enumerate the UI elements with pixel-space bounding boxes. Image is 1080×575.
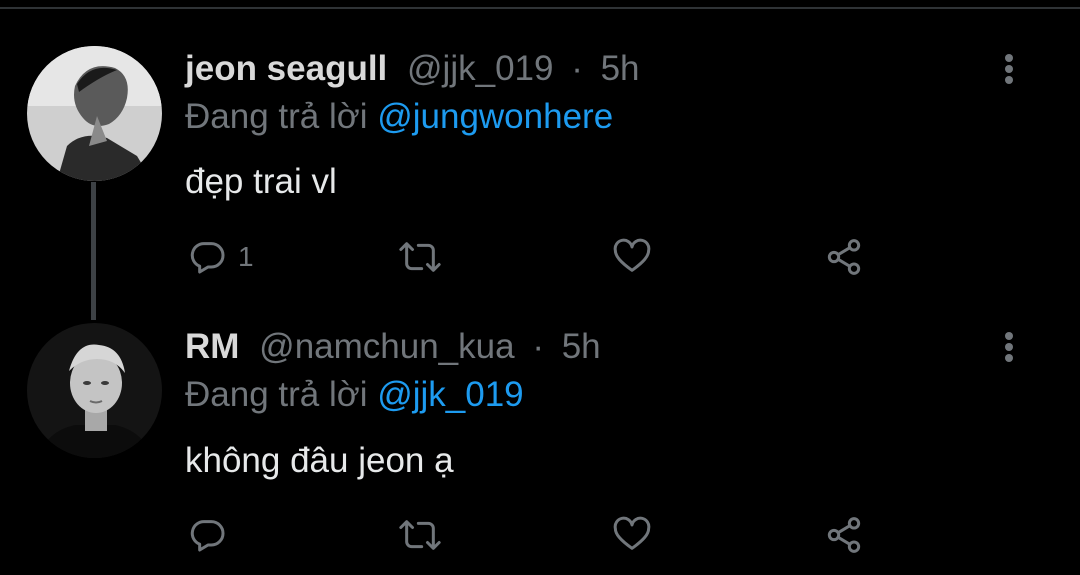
reply-count: 1 — [238, 241, 254, 272]
avatar[interactable] — [27, 323, 162, 458]
separator: · — [571, 49, 583, 88]
retweet-icon — [399, 242, 441, 272]
more-options-icon[interactable] — [998, 49, 1020, 89]
author-name[interactable]: jeon seagull — [185, 49, 387, 88]
reply-mention[interactable]: @jjk_019 — [377, 375, 523, 414]
reply-icon — [190, 520, 225, 552]
tweet-text: đẹp trai vl — [185, 162, 337, 201]
separator: · — [532, 327, 544, 366]
tweet-text: không đâu jeon ạ — [185, 441, 454, 480]
more-options-icon[interactable] — [998, 327, 1020, 367]
retweet-icon — [399, 520, 441, 550]
author-name[interactable]: RM — [185, 327, 239, 366]
replying-to: Đang trả lời @jjk_019 — [185, 375, 524, 415]
reply-button[interactable] — [188, 515, 238, 555]
like-button[interactable] — [612, 515, 652, 555]
like-icon — [613, 238, 651, 272]
share-button[interactable] — [824, 515, 864, 555]
tweet-header: RM @namchun_kua · 5h — [185, 327, 601, 367]
like-icon — [613, 516, 651, 550]
author-handle[interactable]: @jjk_019 — [407, 49, 553, 88]
top-divider — [0, 7, 1080, 9]
reply-icon — [190, 242, 225, 274]
author-handle[interactable]: @namchun_kua — [259, 327, 514, 366]
tweet-header: jeon seagull @jjk_019 · 5h — [185, 49, 640, 89]
replying-to: Đang trả lời @jungwonhere — [185, 97, 613, 137]
share-icon — [827, 239, 861, 275]
like-button[interactable] — [612, 237, 652, 277]
timestamp[interactable]: 5h — [562, 327, 601, 366]
share-button[interactable] — [824, 237, 864, 277]
share-icon — [827, 517, 861, 553]
thread-connector-line — [91, 182, 96, 320]
reply-prefix: Đang trả lời — [185, 375, 368, 414]
retweet-button[interactable] — [398, 237, 442, 277]
timestamp[interactable]: 5h — [601, 49, 640, 88]
avatar[interactable] — [27, 46, 162, 181]
reply-button[interactable]: 1 — [188, 237, 254, 277]
reply-mention[interactable]: @jungwonhere — [377, 97, 613, 136]
reply-prefix: Đang trả lời — [185, 97, 368, 136]
retweet-button[interactable] — [398, 515, 442, 555]
